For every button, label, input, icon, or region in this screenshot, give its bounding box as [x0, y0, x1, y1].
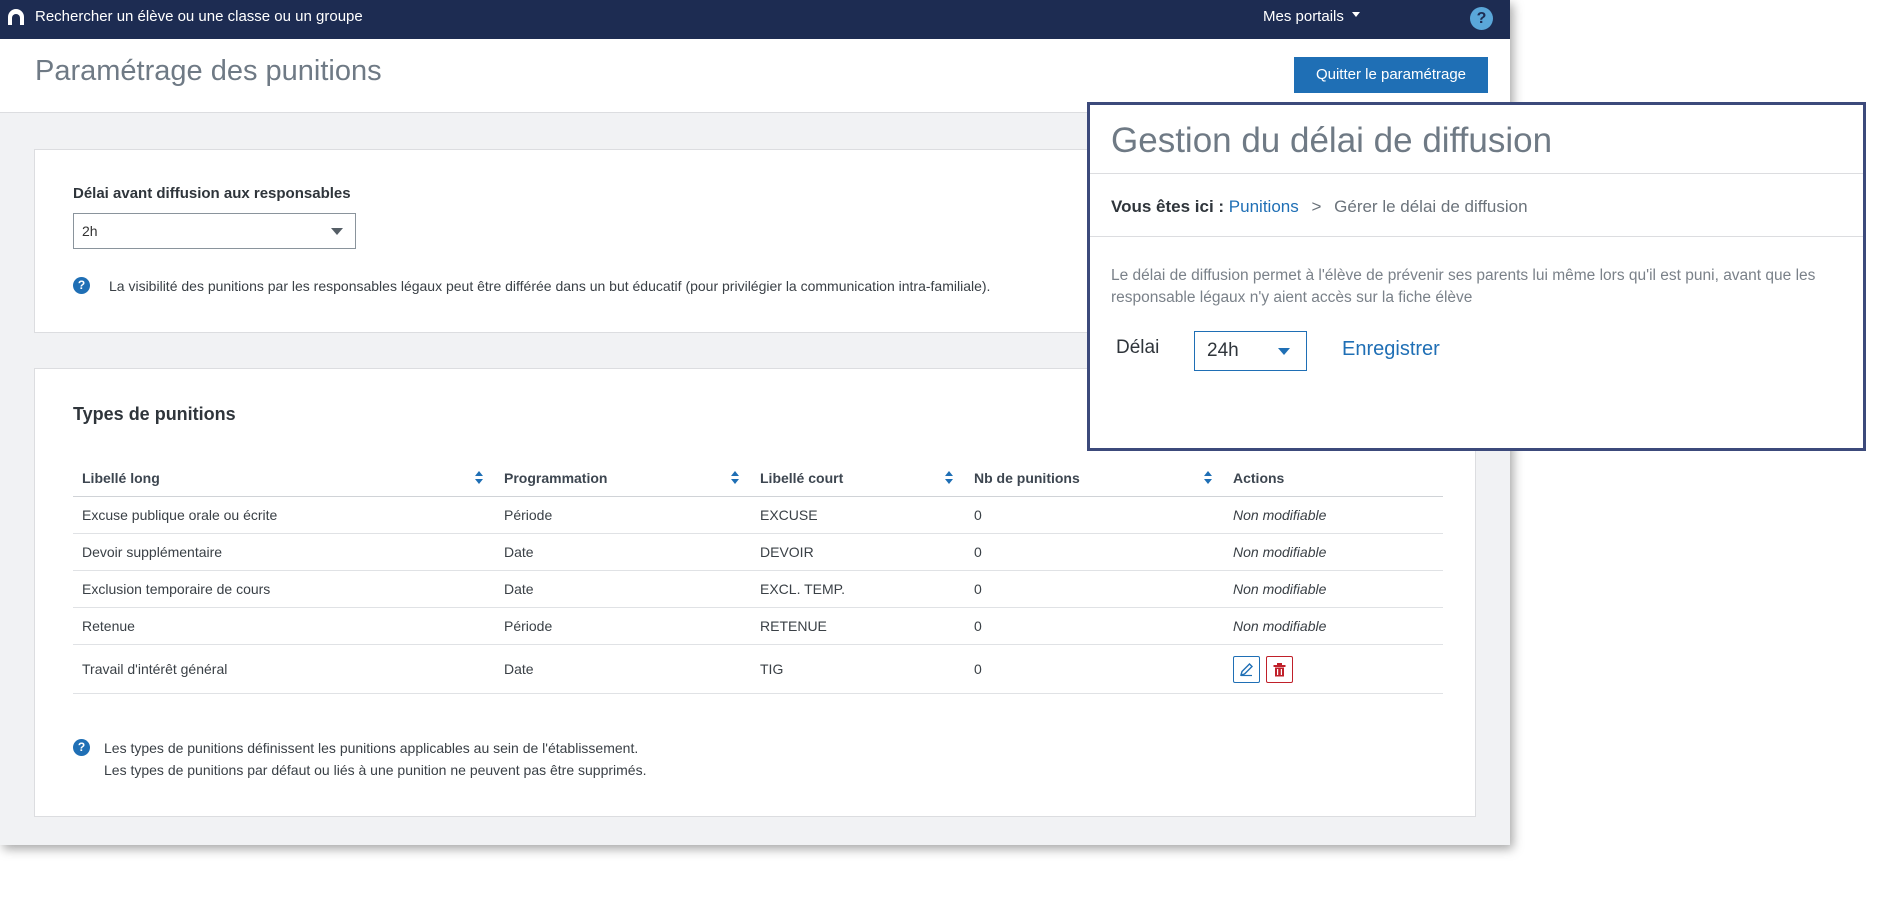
column-header-programmation[interactable]: Programmation: [495, 460, 751, 497]
cell-count: 0: [965, 496, 1224, 534]
quit-settings-button[interactable]: Quitter le paramétrage: [1294, 57, 1488, 93]
table-row: Devoir supplémentaire Date DEVOIR 0 Non …: [73, 533, 1443, 571]
delay-select-value: 2h: [82, 223, 98, 239]
cell-action-status: Non modifiable: [1224, 607, 1443, 645]
cell-short-label: TIG: [751, 644, 965, 694]
cell-programmation: Période: [495, 496, 751, 534]
delay-label: Délai: [1116, 337, 1160, 358]
cell-programmation: Date: [495, 533, 751, 571]
chevron-down-icon: [1351, 11, 1360, 17]
cell-action-status: Non modifiable: [1224, 533, 1443, 571]
cell-short-label: EXCUSE: [751, 496, 965, 534]
delay-select-24h[interactable]: 24h: [1194, 331, 1307, 371]
breadcrumb-link-punitions[interactable]: Punitions: [1229, 197, 1299, 216]
cell-long-label: Retenue: [73, 607, 495, 645]
info-icon: ?: [73, 277, 90, 294]
chevron-down-icon: [331, 228, 343, 235]
cell-actions: [1224, 644, 1443, 694]
portals-text: Mes portails: [1263, 8, 1344, 25]
cell-long-label: Excuse publique orale ou écrite: [73, 496, 495, 534]
divider: [1090, 236, 1863, 237]
app-logo-icon: [8, 9, 24, 25]
types-info-line1: Les types de punitions définissent les p…: [104, 740, 639, 756]
table-row: Retenue Période RETENUE 0 Non modifiable: [73, 607, 1443, 645]
trash-icon: [1273, 662, 1286, 676]
punishment-types-table: Libellé long Programmation Libellé court…: [73, 460, 1443, 694]
chevron-down-icon: [1278, 348, 1290, 355]
panel-title: Gestion du délai de diffusion: [1111, 121, 1553, 160]
column-header-long-label[interactable]: Libellé long: [73, 460, 495, 497]
divider: [1090, 173, 1863, 174]
cell-programmation: Date: [495, 570, 751, 608]
column-header-count[interactable]: Nb de punitions: [965, 460, 1224, 497]
breadcrumb-separator: >: [1311, 197, 1322, 216]
table-header-row: Libellé long Programmation Libellé court…: [73, 460, 1443, 497]
pencil-icon: [1239, 662, 1253, 676]
edit-button[interactable]: [1233, 655, 1260, 683]
table-row: Exclusion temporaire de cours Date EXCL.…: [73, 570, 1443, 608]
cell-long-label: Travail d'intérêt général: [73, 644, 495, 694]
cell-count: 0: [965, 570, 1224, 608]
delay-select[interactable]: 2h: [73, 213, 356, 249]
types-info-line2: Les types de punitions par défaut ou lié…: [104, 762, 647, 778]
sort-icon[interactable]: [945, 471, 953, 485]
cell-long-label: Exclusion temporaire de cours: [73, 570, 495, 608]
breadcrumb: Vous êtes ici : Punitions > Gérer le dél…: [1111, 197, 1528, 217]
delete-button[interactable]: [1266, 655, 1293, 683]
top-navigation-bar: Rechercher un élève ou une classe ou un …: [0, 0, 1510, 39]
delay-select-value: 24h: [1207, 340, 1239, 361]
cell-long-label: Devoir supplémentaire: [73, 533, 495, 571]
cell-short-label: RETENUE: [751, 607, 965, 645]
section-title: Types de punitions: [73, 404, 236, 424]
portals-menu[interactable]: Mes portails: [1263, 0, 1360, 39]
delay-management-panel: Gestion du délai de diffusion Vous êtes …: [1087, 102, 1866, 451]
cell-short-label: EXCL. TEMP.: [751, 570, 965, 608]
cell-count: 0: [965, 533, 1224, 571]
table-row: Excuse publique orale ou écrite Période …: [73, 496, 1443, 534]
breadcrumb-lead: Vous êtes ici :: [1111, 197, 1225, 216]
column-header-actions: Actions: [1224, 460, 1443, 497]
sort-icon[interactable]: [475, 471, 483, 485]
cell-programmation: Date: [495, 644, 751, 694]
sort-icon[interactable]: [731, 471, 739, 485]
cell-count: 0: [965, 644, 1224, 694]
delay-field-label: Délai avant diffusion aux responsables: [73, 185, 351, 202]
sort-icon[interactable]: [1204, 471, 1212, 485]
column-header-short-label[interactable]: Libellé court: [751, 460, 965, 497]
save-link[interactable]: Enregistrer: [1342, 338, 1440, 361]
help-icon[interactable]: ?: [1470, 7, 1493, 30]
delay-info-text: La visibilité des punitions par les resp…: [109, 278, 991, 294]
cell-action-status: Non modifiable: [1224, 570, 1443, 608]
table-row: Travail d'intérêt général Date TIG 0: [73, 644, 1443, 694]
cell-programmation: Période: [495, 607, 751, 645]
page-title: Paramétrage des punitions: [35, 55, 382, 87]
cell-action-status: Non modifiable: [1224, 496, 1443, 534]
cell-short-label: DEVOIR: [751, 533, 965, 571]
global-search-input[interactable]: Rechercher un élève ou une classe ou un …: [35, 0, 363, 39]
cell-count: 0: [965, 607, 1224, 645]
info-icon: ?: [73, 739, 90, 756]
panel-description: Le délai de diffusion permet à l'élève d…: [1111, 267, 1816, 306]
breadcrumb-current: Gérer le délai de diffusion: [1334, 197, 1528, 216]
